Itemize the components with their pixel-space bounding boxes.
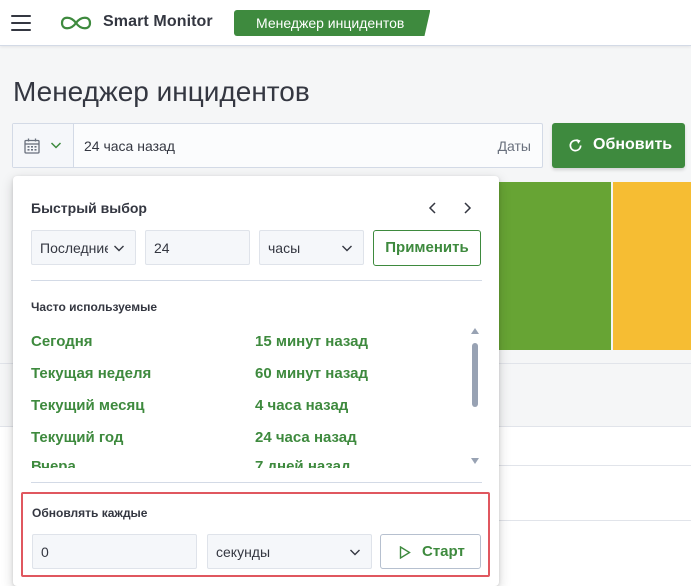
commonly-used-list: Сегодня Текущая неделя Текущий месяц Тек… <box>31 326 467 468</box>
divider <box>31 482 482 483</box>
amount-value: 24 <box>154 240 170 256</box>
dates-link[interactable]: Даты <box>498 138 531 154</box>
commonly-used-item[interactable]: Текущий год <box>31 429 123 446</box>
breadcrumb[interactable]: Менеджер инцидентов <box>234 10 431 36</box>
commonly-used-item[interactable]: 4 часа назад <box>255 397 348 414</box>
unit-value: часы <box>268 240 301 256</box>
apply-button[interactable]: Применить <box>373 230 481 266</box>
quick-select-toggle[interactable] <box>13 124 74 167</box>
chevron-down-icon <box>50 142 62 149</box>
date-range-value[interactable]: 24 часа назад <box>84 138 175 154</box>
refresh-interval-title: Обновлять каждые <box>32 506 148 520</box>
start-button-label: Старт <box>422 543 465 560</box>
date-picker: 24 часа назад Даты <box>12 123 543 168</box>
refresh-button[interactable]: Обновить <box>552 123 685 168</box>
refresh-interval-section: Обновлять каждые 0 секунды Старт <box>21 492 490 577</box>
commonly-used-title: Часто используемые <box>31 300 157 314</box>
refresh-icon <box>569 138 582 152</box>
start-button[interactable]: Старт <box>380 534 481 569</box>
chevron-down-icon <box>350 549 360 556</box>
app-name[interactable]: Smart Monitor <box>103 13 213 31</box>
direction-value: Последние <box>40 240 108 256</box>
scroll-down-icon[interactable] <box>471 458 479 464</box>
chevron-down-icon <box>114 245 124 252</box>
commonly-used-item[interactable]: 60 минут назад <box>255 365 368 382</box>
refresh-button-label: Обновить <box>593 136 673 153</box>
menu-icon[interactable] <box>11 15 31 31</box>
commonly-used-item[interactable]: Текущий месяц <box>31 397 144 414</box>
status-bar-yellow <box>613 182 691 350</box>
commonly-used-item[interactable]: Вчера <box>31 458 76 468</box>
refresh-interval-value: 0 <box>41 544 49 560</box>
quick-select-popover: Быстрый выбор Последние 24 часы Применит… <box>13 176 499 586</box>
commonly-used-item[interactable]: Текущая неделя <box>31 365 151 382</box>
row-divider <box>490 465 691 466</box>
smart-monitor-logo-icon <box>60 16 92 30</box>
commonly-used-item[interactable]: 15 минут назад <box>255 333 368 350</box>
refresh-interval-unit[interactable]: секунды <box>207 534 372 569</box>
quick-select-direction[interactable]: Последние <box>31 230 136 265</box>
quick-select-unit[interactable]: часы <box>259 230 364 265</box>
chevron-down-icon <box>342 245 352 252</box>
scrollbar[interactable] <box>468 326 482 468</box>
row-divider <box>490 520 691 521</box>
calendar-icon <box>24 138 40 154</box>
page-title: Менеджер инцидентов <box>13 76 310 107</box>
commonly-used-item[interactable]: 24 часа назад <box>255 429 357 446</box>
scroll-up-icon[interactable] <box>471 328 479 334</box>
play-icon <box>399 546 411 559</box>
commonly-used-item[interactable]: Сегодня <box>31 333 93 350</box>
refresh-unit-value: секунды <box>216 544 271 560</box>
quick-select-title: Быстрый выбор <box>31 200 147 216</box>
top-bar: Smart Monitor Менеджер инцидентов <box>0 0 691 46</box>
divider <box>31 280 482 281</box>
previous-period-icon[interactable] <box>426 199 440 217</box>
commonly-used-item[interactable]: 7 дней назад <box>255 458 351 468</box>
refresh-interval-input[interactable]: 0 <box>32 534 197 569</box>
scrollbar-thumb[interactable] <box>472 343 478 407</box>
quick-select-amount-input[interactable]: 24 <box>145 230 250 265</box>
next-period-icon[interactable] <box>460 199 474 217</box>
